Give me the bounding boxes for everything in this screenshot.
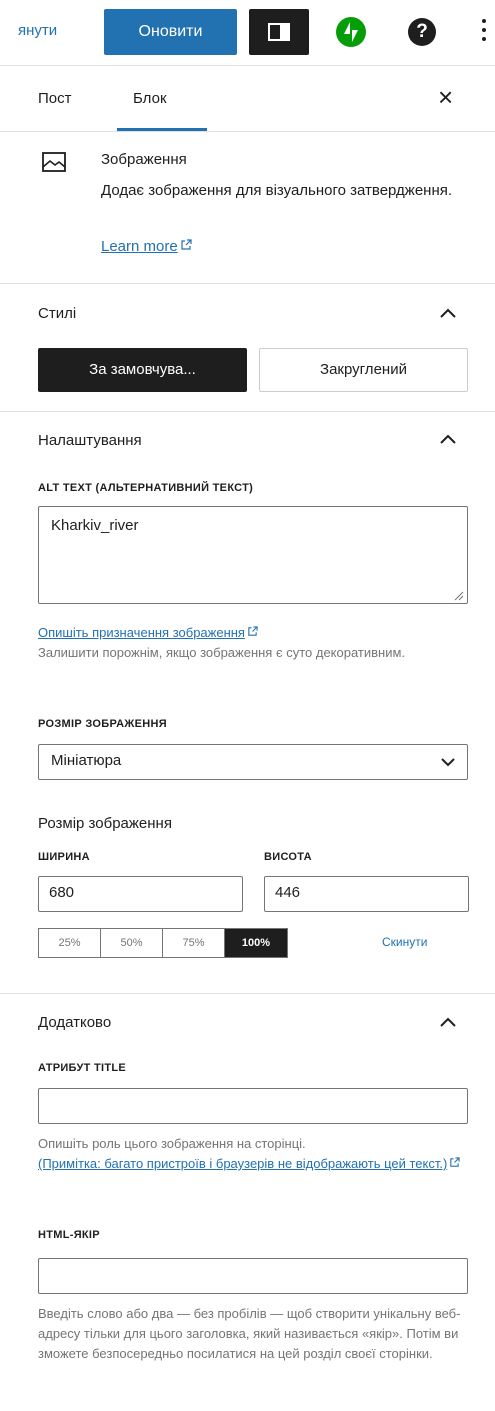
block-title: Зображення [101, 151, 187, 168]
editor-toolbar: янути Оновити ? [0, 0, 495, 66]
percent-25-button[interactable]: 25% [39, 929, 101, 957]
title-attribute-label: АТРИБУТ TITLE [38, 1062, 127, 1074]
chevron-up-icon[interactable] [438, 1015, 458, 1029]
percent-100-button[interactable]: 100% [225, 929, 287, 957]
external-link-icon [248, 626, 258, 636]
help-icon[interactable]: ? [408, 18, 436, 46]
advanced-panel-title[interactable]: Додатково [38, 1014, 111, 1031]
learn-more-label: Learn more [101, 238, 178, 255]
percent-50-button[interactable]: 50% [101, 929, 163, 957]
style-default-button[interactable]: За замовчува... [38, 348, 247, 392]
height-input[interactable]: 446 [264, 876, 469, 912]
sidebar-toggle-icon [268, 23, 290, 41]
alt-text-label: ALT TEXT (АЛЬТЕРНАТИВНИЙ ТЕКСТ) [38, 482, 254, 494]
title-attribute-input[interactable] [38, 1088, 468, 1124]
block-description: Додає зображення для візуального затверд… [101, 182, 453, 199]
settings-panel-title[interactable]: Налаштування [38, 432, 142, 449]
title-note-link[interactable]: (Примітка: багато пристроїв і браузерів … [38, 1154, 468, 1174]
resize-grip-icon[interactable] [452, 589, 464, 601]
width-label: ШИРИНА [38, 851, 90, 863]
describe-purpose-link[interactable]: Опишіть призначення зображення [38, 623, 258, 643]
divider [0, 993, 495, 994]
height-label: ВИСОТА [264, 851, 312, 863]
settings-sidebar-toggle[interactable] [249, 9, 309, 55]
title-note-label: (Примітка: багато пристроїв і браузерів … [38, 1156, 448, 1171]
html-anchor-input[interactable] [38, 1258, 468, 1294]
close-icon[interactable]: × [438, 82, 453, 112]
image-icon [42, 152, 66, 172]
alt-help-text: Залишити порожнім, якщо зображення є сут… [38, 645, 406, 660]
chevron-up-icon[interactable] [438, 432, 458, 446]
external-link-icon [450, 1157, 460, 1167]
image-size-select[interactable]: Мініатюра [38, 744, 468, 780]
html-anchor-help: Введіть слово або два — без пробілів — щ… [38, 1306, 461, 1361]
divider [0, 411, 495, 412]
html-anchor-label: HTML-ЯКІР [38, 1229, 100, 1241]
alt-text-field[interactable]: Kharkiv_river [38, 506, 468, 604]
style-rounded-button[interactable]: Закруглений [259, 348, 468, 392]
percent-75-button[interactable]: 75% [163, 929, 225, 957]
image-size-label: РОЗМІР ЗОБРАЖЕННЯ [38, 718, 167, 730]
image-dimensions-heading: Розмір зображення [38, 815, 172, 832]
tab-block[interactable]: Блок [133, 90, 167, 107]
jetpack-icon [344, 22, 358, 42]
sidebar-tabs: Пост Блок × [0, 66, 495, 132]
jetpack-button[interactable] [336, 17, 366, 47]
more-vertical-icon[interactable] [478, 14, 490, 50]
learn-more-link[interactable]: Learn more [101, 238, 192, 255]
describe-purpose-label: Опишіть призначення зображення [38, 625, 245, 640]
tab-post[interactable]: Пост [38, 90, 72, 107]
update-button[interactable]: Оновити [104, 9, 237, 55]
external-link-icon [181, 239, 192, 250]
chevron-down-icon [441, 758, 455, 767]
styles-panel-title[interactable]: Стилі [38, 305, 76, 322]
width-input[interactable]: 680 [38, 876, 243, 912]
chevron-up-icon[interactable] [438, 306, 458, 320]
active-tab-indicator [117, 128, 207, 131]
percent-button-group: 25% 50% 75% 100% [38, 928, 288, 958]
revert-to-draft-button[interactable]: янути [18, 22, 57, 39]
title-attribute-help: Опишіть роль цього зображення на сторінц… [38, 1136, 306, 1151]
reset-button[interactable]: Скинути [382, 935, 427, 949]
block-card: Зображення Додає зображення для візуальн… [0, 132, 495, 284]
